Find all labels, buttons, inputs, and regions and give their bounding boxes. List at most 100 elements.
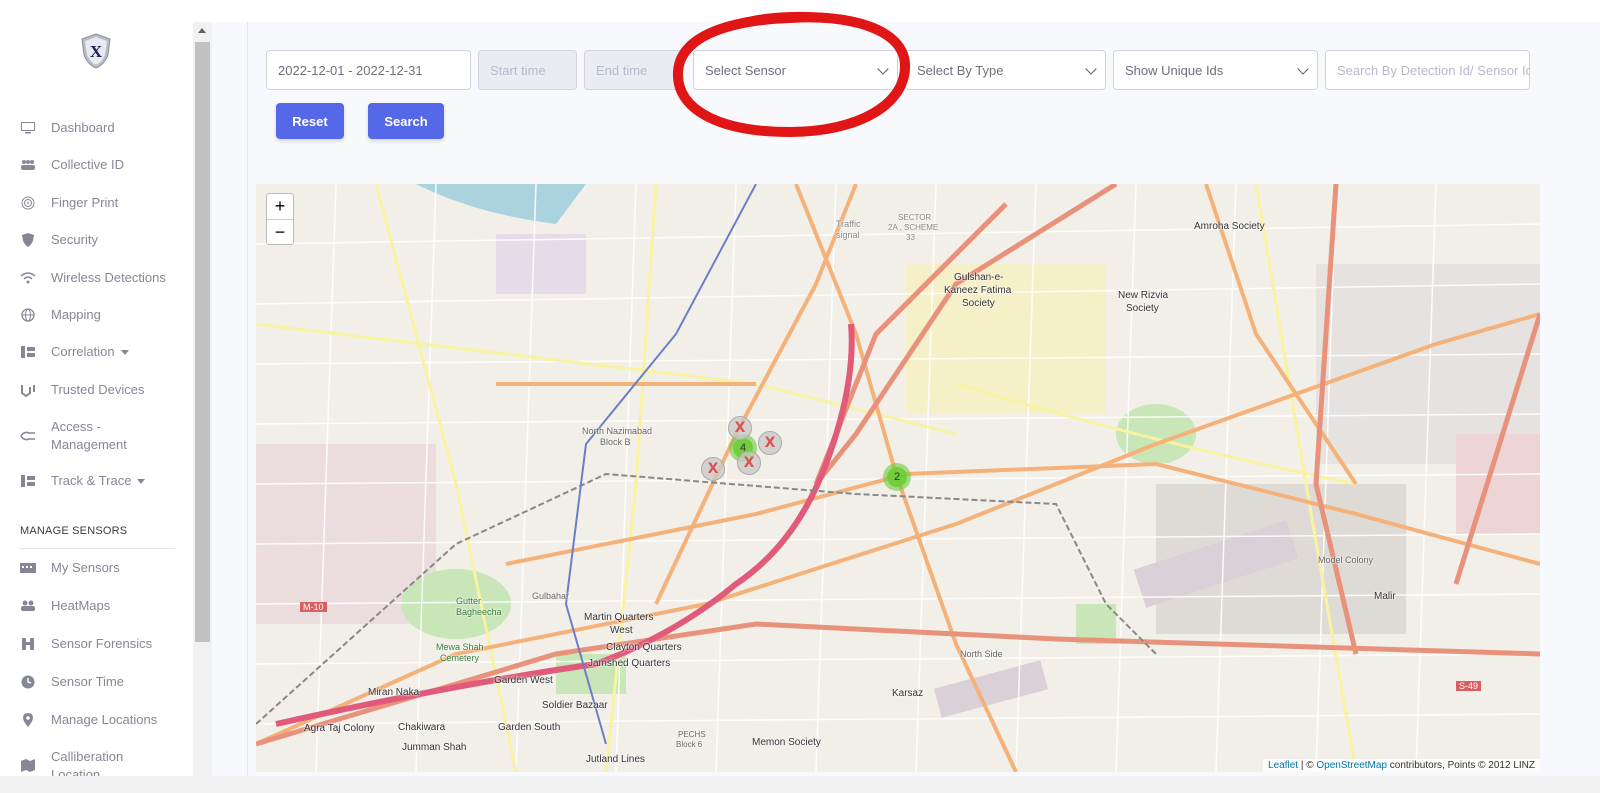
map-icon bbox=[19, 757, 37, 773]
sidebar-item-label: Track & Trace bbox=[51, 473, 132, 488]
chevron-down-icon bbox=[1085, 63, 1097, 75]
sidebar-item-label: Collective ID bbox=[51, 157, 124, 172]
map-label: signal bbox=[836, 230, 860, 240]
map-label: Martin Quarters bbox=[584, 612, 654, 623]
map-label: Amroha Society bbox=[1194, 221, 1265, 232]
sensor-marker[interactable]: X bbox=[701, 457, 725, 481]
search-button[interactable]: Search bbox=[368, 103, 444, 139]
map-pin-icon bbox=[19, 712, 37, 728]
map-label: North Nazimabad bbox=[582, 426, 653, 436]
caret-down-icon bbox=[137, 479, 146, 485]
sidebar-item-label: Mapping bbox=[51, 307, 101, 322]
type-select[interactable]: Select By Type bbox=[905, 50, 1106, 90]
map-label: SECTOR bbox=[898, 213, 932, 222]
sidebar-item-sensor-forensics[interactable]: Sensor Forensics bbox=[0, 634, 192, 654]
sidebar-item-mapping[interactable]: Mapping bbox=[0, 305, 192, 325]
map-label: PECHS bbox=[678, 730, 706, 739]
map-label: Garden South bbox=[498, 722, 561, 733]
sidebar-item-heatmaps[interactable]: HeatMaps bbox=[0, 596, 192, 616]
map-label: Block B bbox=[600, 437, 631, 447]
sidebar-item-label: Correlation bbox=[51, 344, 115, 359]
map-label: Jumman Shah bbox=[402, 742, 467, 753]
access-icon bbox=[19, 428, 37, 444]
map-label: Kaneez Fatima bbox=[944, 285, 1012, 296]
sidebar-item-wireless-detections[interactable]: Wireless Detections bbox=[0, 268, 192, 288]
section-title-manage-sensors: MANAGE SENSORS bbox=[20, 525, 128, 537]
caret-down-icon bbox=[120, 350, 129, 356]
map-label: Mewa Shah bbox=[436, 642, 484, 652]
osm-link[interactable]: OpenStreetMap bbox=[1316, 760, 1387, 771]
chevron-down-icon bbox=[877, 63, 889, 75]
scrollbar-thumb[interactable] bbox=[195, 42, 210, 642]
scroll-up-arrow-icon[interactable] bbox=[198, 28, 206, 33]
svg-text:X: X bbox=[90, 42, 103, 61]
unique-ids-select[interactable]: Show Unique Ids bbox=[1113, 50, 1318, 90]
map-view[interactable]: Amroha Society Gulshan-e- Kaneez Fatima … bbox=[256, 184, 1540, 772]
sidebar-scrollbar[interactable] bbox=[193, 22, 212, 793]
binoculars-icon bbox=[19, 636, 37, 652]
sidebar-item-label: Manage Locations bbox=[51, 712, 158, 727]
sidebar-item-correlation[interactable]: Correlation bbox=[0, 342, 192, 362]
map-label: Soldier Bazaar bbox=[542, 700, 608, 711]
map-label: Traffic bbox=[836, 219, 861, 229]
date-range-input[interactable]: 2022-12-01 - 2022-12-31 bbox=[266, 50, 471, 90]
marker-cluster[interactable]: 2 bbox=[883, 463, 911, 491]
sensor-marker[interactable]: X bbox=[737, 451, 761, 475]
leaflet-link[interactable]: Leaflet bbox=[1268, 760, 1298, 771]
road-shield: S-49 bbox=[1456, 681, 1482, 691]
sidebar-item-label: Sensor Time bbox=[51, 674, 124, 689]
sidebar-item-trusted-devices[interactable]: Trusted Devices bbox=[0, 380, 192, 400]
window-bottom-edge bbox=[0, 776, 1600, 793]
map-label: 2A , SCHEME bbox=[888, 223, 939, 232]
sidebar-item-label: Sensor Forensics bbox=[51, 636, 153, 651]
network-icon bbox=[19, 344, 37, 360]
sidebar-item-security[interactable]: Security bbox=[0, 230, 192, 250]
detection-search-input[interactable] bbox=[1325, 50, 1530, 90]
start-time-input[interactable]: Start time bbox=[478, 50, 577, 90]
sidebar-item-finger-print[interactable]: Finger Print bbox=[0, 193, 192, 213]
clock-icon bbox=[19, 674, 37, 690]
sensor-marker[interactable]: X bbox=[728, 416, 752, 440]
chevron-down-icon bbox=[1297, 63, 1309, 75]
sidebar-item-access-management[interactable]: Access - Management bbox=[0, 418, 192, 454]
sidebar-item-sensor-time[interactable]: Sensor Time bbox=[0, 672, 192, 692]
users-icon bbox=[19, 598, 37, 614]
divider bbox=[20, 548, 175, 549]
sidebar-item-my-sensors[interactable]: My Sensors bbox=[0, 558, 192, 578]
sidebar-item-label: Security bbox=[51, 232, 98, 247]
map-label: New Rizvia bbox=[1118, 290, 1169, 301]
map-label: Agra Taj Colony bbox=[304, 723, 375, 734]
map-label: Karsaz bbox=[892, 688, 924, 699]
sensor-icon bbox=[19, 560, 37, 576]
sidebar-item-track-trace[interactable]: Track & Trace bbox=[0, 471, 192, 491]
map-label: Jamshed Quarters bbox=[588, 658, 671, 669]
map-zoom-control: + − bbox=[266, 193, 294, 245]
users-icon bbox=[19, 157, 37, 173]
sidebar-item-collective-id[interactable]: Collective ID bbox=[0, 155, 192, 175]
sidebar-item-label: Dashboard bbox=[51, 120, 115, 135]
sidebar-item-label: Finger Print bbox=[51, 195, 119, 210]
globe-icon bbox=[19, 307, 37, 323]
zoom-in-button[interactable]: + bbox=[267, 194, 293, 219]
map-label: Jutland Lines bbox=[586, 754, 645, 765]
sidebar-item-dashboard[interactable]: Dashboard bbox=[0, 118, 192, 138]
sensor-marker[interactable]: X bbox=[758, 431, 782, 455]
map-label: Society bbox=[1126, 303, 1159, 314]
detection-search-field[interactable] bbox=[1337, 62, 1529, 78]
sidebar: X Dashboard Collective ID Finger Print S… bbox=[0, 0, 192, 793]
reset-button[interactable]: Reset bbox=[276, 103, 344, 139]
zoom-out-button[interactable]: − bbox=[267, 219, 293, 244]
map-label: Gutter bbox=[456, 596, 482, 606]
road-shield: M-10 bbox=[300, 602, 327, 612]
map-label: Clayton Quarters bbox=[606, 642, 682, 653]
map-label: West bbox=[610, 625, 633, 636]
sidebar-item-manage-locations[interactable]: Manage Locations bbox=[0, 710, 192, 730]
map-label: 33 bbox=[906, 233, 915, 242]
end-time-input[interactable]: End time bbox=[584, 50, 683, 90]
map-label: Cemetery bbox=[440, 653, 480, 663]
map-label: North Side bbox=[960, 649, 1003, 659]
sensor-select[interactable]: Select Sensor bbox=[693, 50, 898, 90]
wifi-icon bbox=[19, 270, 37, 286]
app-logo[interactable]: X bbox=[80, 33, 112, 69]
map-label: Society bbox=[962, 298, 995, 309]
